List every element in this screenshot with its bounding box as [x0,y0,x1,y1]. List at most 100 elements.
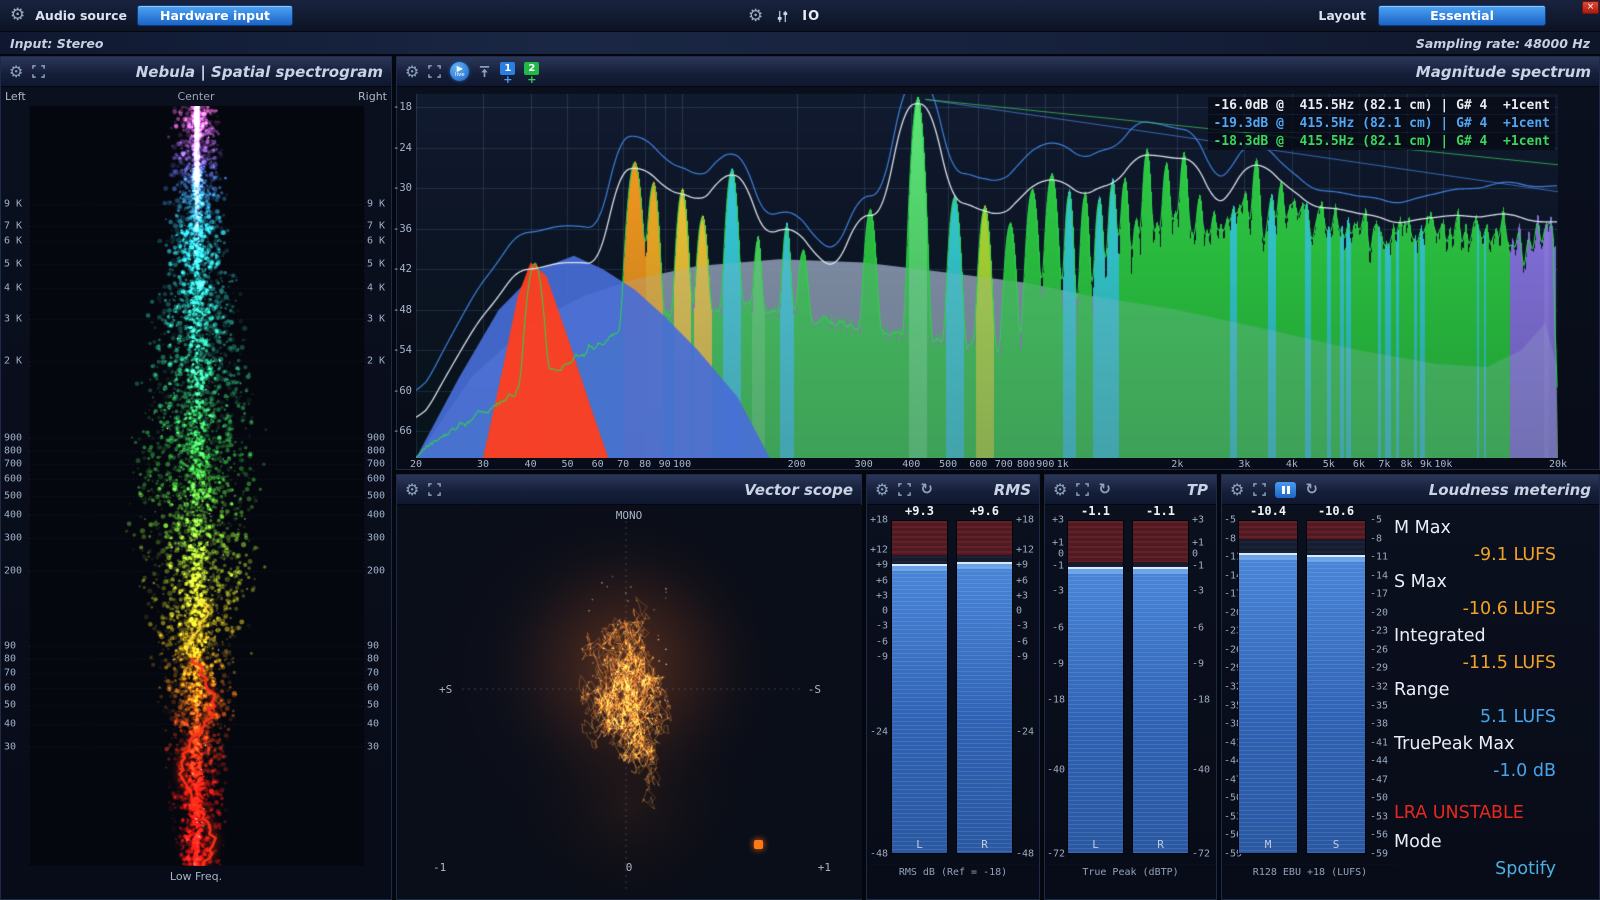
hardware-input-button[interactable]: Hardware input [137,5,293,26]
mode-preset-value[interactable]: Spotify [1495,859,1556,879]
meter-fill [1068,568,1123,853]
meter-tick-label: 0 [1047,549,1064,560]
topbar-center-icons: ⚙ IO [748,0,820,32]
meter-tick-label: +1 [1047,537,1064,548]
meter-tick-label: -59 [1370,849,1386,860]
meter-tick-label: -3 [869,621,888,632]
gear-icon[interactable]: ⚙ [10,7,25,24]
meter-bar: R [1132,520,1189,854]
expand-icon[interactable] [1253,483,1266,496]
mode-label[interactable]: Mode [1394,832,1442,852]
meter-tick-label: +18 [869,515,888,526]
freq-tick-label: 2k [1171,459,1183,470]
channel-label: S [1307,838,1365,851]
freq-tick-label: 60 [592,459,604,470]
meter-tick-label: -44 [1370,756,1386,767]
expand-icon[interactable] [898,483,911,496]
pause-icon[interactable] [1275,482,1296,498]
overlay-1-badge[interactable]: 1 + [500,57,515,87]
loudness-stat-value: -11.5 LUFS [1394,650,1556,677]
meter-tick-label: -1 [1047,561,1064,572]
play-live-icon[interactable]: ▶live [450,62,469,81]
panel-title: Magnitude spectrum [1416,63,1591,81]
meter-tick-label: -32 [1370,682,1386,693]
meter-values-row: +9.3+9.6 [891,504,1013,518]
gear-icon[interactable]: ⚙ [405,482,419,498]
gear-icon[interactable]: ⚙ [1053,482,1067,498]
expand-icon[interactable] [428,483,441,496]
gear-icon[interactable]: ⚙ [9,64,23,80]
freq-tick-label: 4 K [367,282,385,293]
vectorscope-plot[interactable] [398,505,862,899]
meter-tick-label: -17 [1224,589,1235,600]
essential-button[interactable]: Essential [1378,5,1546,26]
expand-icon[interactable] [428,65,441,78]
close-icon[interactable]: × [1582,1,1599,14]
meter-tick-label: -56 [1224,830,1235,841]
panel-title: Nebula | Spatial spectrogram [136,63,383,81]
freq-tick-label: 600 [367,474,385,485]
cursor-readout-line: -18.3dB @ 415.5Hz (82.1 cm) | G# 4 +1cen… [1208,133,1555,150]
freq-tick-label: 300 [367,532,385,543]
gear-icon[interactable]: ⚙ [405,64,419,80]
overlay-2-badge[interactable]: 2 + [524,57,539,87]
minus-s-label: -S [808,683,821,696]
db-tick-label: -48 [393,304,412,316]
meter-tick-label: -53 [1370,811,1386,822]
meter-tick-label: -29 [1224,663,1235,674]
meter-tick-label: -3 [1192,586,1213,597]
meter-peak-line [1133,567,1188,569]
gear-icon[interactable]: ⚙ [748,8,763,25]
expand-icon[interactable] [32,65,45,78]
freq-tick-label: 800 [1017,459,1035,470]
reset-icon[interactable]: ↻ [920,482,933,497]
db-tick-label: -60 [393,385,412,397]
meter-tick-label: -14 [1370,570,1386,581]
expand-icon[interactable] [1076,483,1089,496]
meter-tick-label: -38 [1224,719,1235,730]
loudness-stat-label: S Max [1394,569,1556,596]
lra-alert: LRA UNSTABLE [1394,803,1524,823]
meter-red-zone [1133,521,1188,563]
gear-icon[interactable]: ⚙ [875,482,889,498]
meter-tick-label: -47 [1224,774,1235,785]
freq-tick-label: 10k [1434,459,1452,470]
meter-bar: L [891,520,948,854]
meter-tick-label: -29 [1370,663,1386,674]
freq-tick-label: 500 [4,490,22,501]
spectrogram-plot[interactable] [29,106,365,866]
meter-peak-line [1239,553,1297,555]
meter-tick-label: -41 [1370,737,1386,748]
meter-values-row: -10.4-10.6 [1238,504,1366,518]
io-icon[interactable]: IO [802,9,820,24]
freq-tick-label: 60 [4,683,16,694]
freq-tick-label: 6k [1353,459,1365,470]
scroll-to-top-icon[interactable] [478,65,491,78]
freq-tick-label: 300 [855,459,873,470]
meter-tick-label: -41 [1224,737,1235,748]
loudness-stat-value: -9.1 LUFS [1394,542,1556,569]
freq-tick-label: 200 [788,459,806,470]
meter-red-zone [1239,521,1297,540]
meter-red-zone [892,521,947,556]
plus-s-label: +S [439,683,452,696]
panel-title: TP [1187,481,1208,499]
gear-icon[interactable]: ⚙ [1230,482,1244,498]
meter-tick-label: -5 [1224,515,1235,526]
reset-icon[interactable]: ↻ [1098,482,1111,497]
layout-label: Layout [1318,8,1366,23]
freq-tick-label: 1k [1057,459,1069,470]
loudness-stat-value: 5.1 LUFS [1394,704,1556,731]
freq-tick-label: 40 [367,718,379,729]
meter-tick-label: -6 [869,636,888,647]
meter-tick-label: -8 [1224,533,1235,544]
meter-tick-label: -6 [1192,622,1213,633]
meter-tick-label: -3 [1047,586,1064,597]
reset-icon[interactable]: ↻ [1305,482,1318,497]
freq-tick-label: 80 [4,654,16,665]
meter-tick-label: -6 [1047,622,1064,633]
faders-icon[interactable] [775,9,790,24]
meter-red-zone [1068,521,1123,563]
magnitude-header: ⚙ ▶live 1 + 2 + Magnitude spectrum [397,57,1599,87]
meter-peak-line [1307,555,1365,557]
